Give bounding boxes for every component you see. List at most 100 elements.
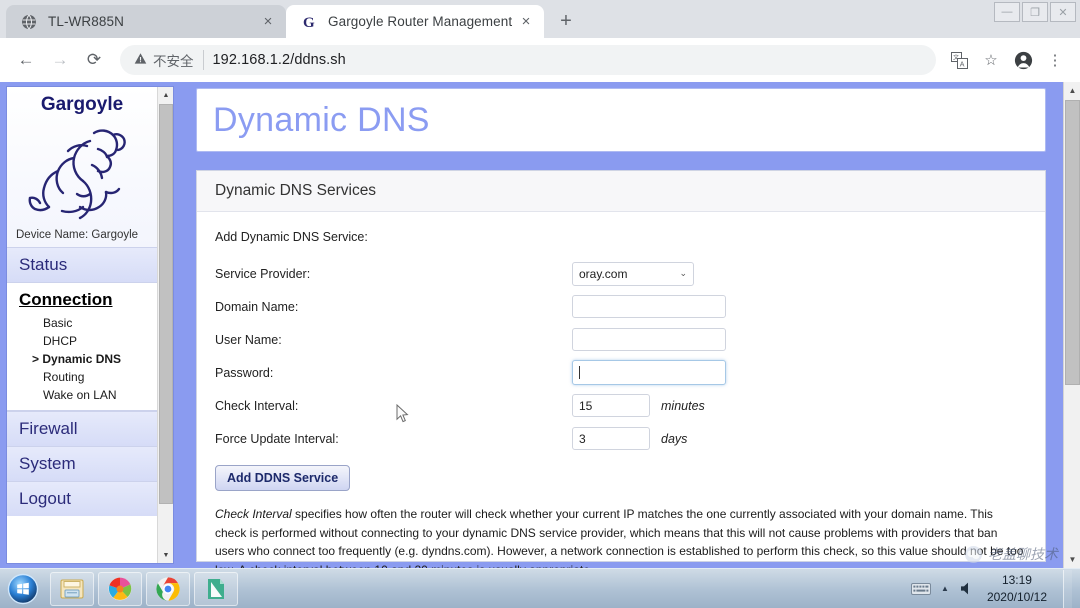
panel-body: Add Dynamic DNS Service: Service Provide… <box>197 212 1045 568</box>
restore-button[interactable]: ❐ <box>1022 2 1048 22</box>
brand-block: Gargoyle Device Name: Gargoyle <box>7 87 157 247</box>
current-marker-icon: > <box>32 352 40 366</box>
svg-text:A: A <box>959 61 964 68</box>
taskbar-clock[interactable]: 13:19 2020/10/12 <box>985 572 1047 604</box>
sidebar-item-label: Dynamic DNS <box>42 352 122 366</box>
show-hidden-icons-icon[interactable]: ▲ <box>941 584 949 593</box>
sidebar-item-basic[interactable]: Basic <box>7 314 157 332</box>
firefox-icon[interactable] <box>98 571 142 606</box>
taskbar: ▲ 13:19 2020/10/12 <box>0 568 1080 608</box>
page-title: Dynamic DNS <box>213 100 430 139</box>
scrollbar-thumb[interactable] <box>1065 100 1080 385</box>
sidebar-item-logout[interactable]: Logout <box>7 481 157 516</box>
speaker-icon[interactable] <box>959 581 975 596</box>
forward-icon[interactable]: → <box>44 44 76 76</box>
close-button[interactable]: ✕ <box>1050 2 1076 22</box>
watermark-text: 老盖聊技术 <box>988 548 1058 563</box>
field-label: Service Provider: <box>215 266 311 281</box>
bookmark-star-icon[interactable]: ☆ <box>976 45 1006 75</box>
page-scrollbar[interactable]: ▲ ▼ <box>1063 82 1080 568</box>
svg-text:G: G <box>303 15 315 30</box>
ddns-services-panel: Dynamic DNS Services Add Dynamic DNS Ser… <box>196 170 1046 568</box>
form-row-service-provider: Service Provider: oray.com ⌄ <box>215 257 1027 290</box>
chevron-down-icon: ⌄ <box>679 268 687 278</box>
new-tab-button[interactable]: + <box>552 7 580 35</box>
sidebar-item-firewall[interactable]: Firewall <box>7 411 157 446</box>
scroll-up-icon[interactable]: ▲ <box>158 87 174 103</box>
field-label: Check Interval: <box>215 398 299 413</box>
field-label: User Name: <box>215 332 282 347</box>
sidebar-item-wake-on-lan[interactable]: Wake on LAN <box>7 386 157 404</box>
field-label: Domain Name: <box>215 299 299 314</box>
sidebar-nav: Gargoyle Device Name: Gargoyle Status Co… <box>7 87 157 563</box>
chrome-icon[interactable] <box>146 571 190 606</box>
tab-title: Gargoyle Router Management <box>328 14 513 29</box>
service-provider-select[interactable]: oray.com ⌄ <box>572 261 694 286</box>
close-icon[interactable]: × <box>516 12 536 32</box>
back-icon[interactable]: ← <box>10 44 42 76</box>
close-icon[interactable]: × <box>258 12 278 32</box>
url-text: 192.168.1.2/ddns.sh <box>212 52 346 68</box>
browser-window: TL-WR885N × G Gargoyle Router Management… <box>0 0 1080 568</box>
sidebar-item-system[interactable]: System <box>7 446 157 481</box>
sidebar-item-dynamic-dns[interactable]: > Dynamic DNS <box>7 350 157 368</box>
panel-title: Dynamic DNS Services <box>197 171 1045 212</box>
globe-icon <box>20 13 38 31</box>
tab-tl-wr885n[interactable]: TL-WR885N × <box>6 5 286 38</box>
description-rest: specifies how often the router will chec… <box>215 507 1024 568</box>
security-text: 不安全 <box>153 54 194 69</box>
domain-name-input[interactable] <box>572 295 726 318</box>
check-interval-unit: minutes <box>661 398 705 413</box>
form-row-check-interval: Check Interval: 15 minutes <box>215 389 1027 422</box>
scroll-up-icon[interactable]: ▲ <box>1064 82 1080 99</box>
gargoyle-g-icon: G <box>300 13 318 31</box>
content-column: Dynamic DNS Dynamic DNS Services Add Dyn… <box>190 82 1052 568</box>
field-label: Password: <box>215 365 274 380</box>
password-input[interactable] <box>572 360 726 385</box>
form-row-force-update-interval: Force Update Interval: 3 days <box>215 422 1027 455</box>
show-desktop-button[interactable] <box>1063 569 1072 608</box>
text-caret <box>579 366 580 379</box>
minimize-button[interactable]: — <box>994 2 1020 22</box>
sidebar-item-status[interactable]: Status <box>7 247 157 282</box>
browser-menu-icon[interactable]: ⋮ <box>1040 45 1070 75</box>
add-ddns-service-button[interactable]: Add DDNS Service <box>215 465 351 491</box>
warning-triangle-icon <box>134 52 147 68</box>
wechat-logo-icon <box>965 545 982 563</box>
security-chip[interactable]: 不安全 <box>134 50 204 70</box>
add-service-label: Add Dynamic DNS Service: <box>215 230 368 244</box>
gargoyle-creature-logo <box>13 118 151 226</box>
user-name-input[interactable] <box>572 328 726 351</box>
force-update-interval-unit: days <box>661 431 688 446</box>
tab-strip: TL-WR885N × G Gargoyle Router Management… <box>0 0 1080 38</box>
sidebar: Gargoyle Device Name: Gargoyle Status Co… <box>6 86 174 564</box>
address-bar[interactable]: 不安全 192.168.1.2/ddns.sh <box>120 45 936 75</box>
notepad-icon[interactable] <box>194 571 238 606</box>
check-interval-description: Check Interval specifies how often the r… <box>215 505 1025 568</box>
scroll-down-icon[interactable]: ▼ <box>158 547 174 563</box>
windows-orb-icon[interactable] <box>0 570 46 608</box>
sidebar-item-dhcp[interactable]: DHCP <box>7 332 157 350</box>
field-label: Force Update Interval: <box>215 431 339 446</box>
window-controls: — ❐ ✕ <box>994 2 1076 22</box>
form-row-password: Password: <box>215 356 1027 389</box>
sidebar-item-routing[interactable]: Routing <box>7 368 157 386</box>
reload-icon[interactable]: ⟳ <box>78 44 110 76</box>
sidebar-item-connection[interactable]: Connection <box>7 288 157 314</box>
translate-icon[interactable]: 文 A <box>944 45 974 75</box>
tab-gargoyle-router-management[interactable]: G Gargoyle Router Management × <box>286 5 544 38</box>
page-viewport: Gargoyle Device Name: Gargoyle Status Co… <box>0 82 1080 568</box>
device-name: Device Name: Gargoyle <box>16 229 139 241</box>
scroll-down-icon[interactable]: ▼ <box>1064 551 1080 568</box>
force-update-interval-input[interactable]: 3 <box>572 427 650 450</box>
sidebar-scrollbar[interactable]: ▲ ▼ <box>157 87 173 563</box>
description-lead: Check Interval <box>215 507 292 521</box>
brand-name: Gargoyle <box>40 94 124 115</box>
check-interval-input[interactable]: 15 <box>572 394 650 417</box>
form-row-user-name: User Name: <box>215 323 1027 356</box>
system-tray: ▲ 13:19 2020/10/12 <box>911 569 1080 608</box>
scrollbar-thumb[interactable] <box>159 104 173 504</box>
keyboard-icon[interactable] <box>911 582 932 595</box>
profile-avatar-icon[interactable] <box>1008 45 1038 75</box>
file-explorer-icon[interactable] <box>50 571 94 606</box>
